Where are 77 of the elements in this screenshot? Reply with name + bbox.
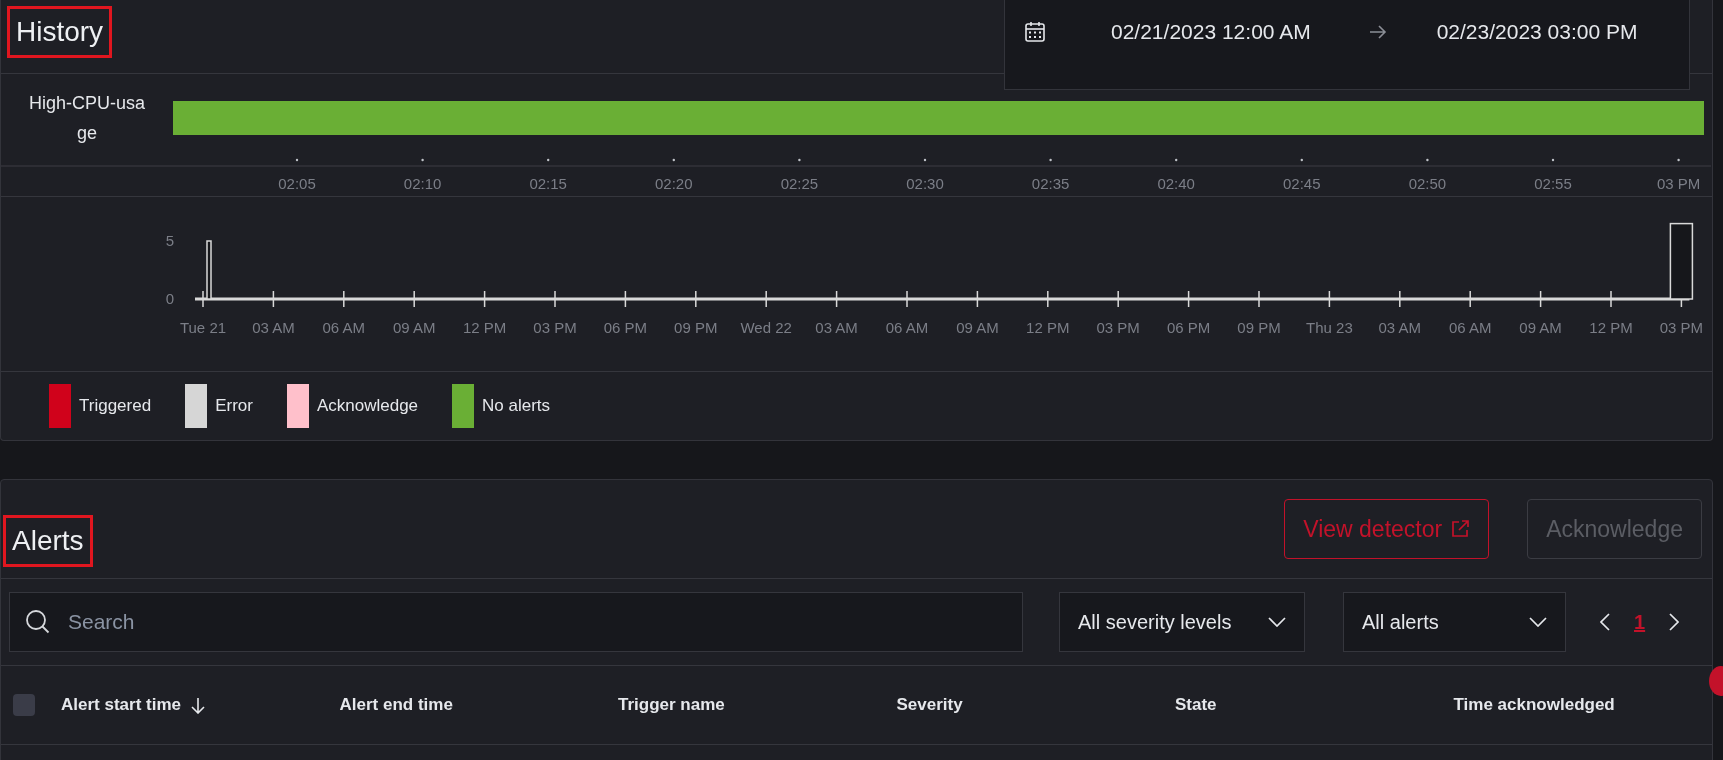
section-title: History [7,6,113,58]
axis-label: 02:55 [1534,175,1572,192]
date-range-field[interactable]: 02/21/2023 12:00 AM 02/23/2023 03:00 PM [1004,0,1690,90]
legend-label: Triggered [79,395,152,418]
tick-mark [1677,158,1680,162]
end-date: 02/23/2023 03:00 PM [1436,18,1638,45]
axis-label: 09 PM [1237,319,1281,336]
axis-label: 06 AM [322,319,366,336]
search-field[interactable]: Search [9,592,1023,652]
axis-label: 03 AM [252,319,295,336]
chevron-left-icon[interactable] [1600,613,1610,631]
arrow-right-icon [1368,24,1387,39]
axis-label: 03 PM [1659,319,1704,336]
axis-label: 03 PM [533,319,577,336]
axis-label: 12 PM [462,319,507,336]
filter-dropdown[interactable]: All alerts [1343,592,1566,652]
axis-label: 06 AM [1448,319,1492,336]
timeline-label: High-CPU-usage [27,92,146,145]
filter-dropdown[interactable]: All severity levels [1059,592,1305,652]
chevron-down-icon [1529,617,1547,627]
axis-label: 02:35 [1031,175,1070,192]
column-header[interactable]: Alert end time [339,692,453,718]
axis-label: 06 PM [603,319,648,336]
tick-mark [421,158,424,162]
axis-label: 09 AM [1519,319,1562,336]
axis-label: 03 PM [1096,319,1140,336]
tick-mark [672,158,675,162]
tick-mark [923,158,927,162]
axis-label: 02:40 [1157,175,1195,192]
section-title: Alerts [3,515,93,567]
axis-label: 02:25 [780,175,819,192]
axis-label: 02:15 [529,175,567,192]
tick-mark [1049,158,1052,162]
tick-mark [1175,158,1178,162]
axis-label: 02:20 [655,175,693,192]
tick-mark [1426,158,1429,162]
tick-mark [1551,158,1555,162]
start-date: 02/21/2023 12:00 AM [1111,18,1311,45]
axis-label: 02:05 [278,175,316,192]
axis-label: 03 PM [1656,175,1701,192]
tick-mark [798,158,801,162]
axis-label: Tue 21 [179,319,227,336]
column-header[interactable]: Severity [896,692,963,718]
arrow-down-icon[interactable] [191,696,205,714]
axis-label: 12 PM [1026,319,1070,336]
axis-label: 5 [165,232,174,249]
axis-label: 03 AM [1378,319,1422,336]
calendar-icon [1025,20,1045,43]
legend-label: No alerts [482,395,551,418]
tick-mark [1300,158,1303,162]
bar [206,240,212,300]
axis-label: 02:30 [906,175,944,192]
axis-label: Thu 23 [1306,319,1353,336]
axis-label: 02:50 [1408,175,1447,192]
axis-label: 09 AM [392,319,436,336]
select-all-checkbox[interactable] [13,694,35,716]
axis-label: 0 [165,290,174,307]
column-header[interactable]: State [1175,692,1217,718]
axis-label: 06 PM [1166,319,1211,336]
axis-label: 02:45 [1283,175,1321,192]
legend-label: Acknowledge [316,395,419,418]
external-link-icon [1450,519,1471,539]
chevron-down-icon [1268,617,1286,627]
axis-label: 12 PM [1589,319,1633,336]
column-header[interactable]: Trigger name [618,692,725,718]
axis-label: 06 AM [885,319,929,336]
axis-label: 09 PM [674,319,718,336]
tick-mark [547,158,550,162]
column-header[interactable]: Alert start time [61,692,181,718]
axis-label: 09 AM [956,319,999,336]
axis-label: 02:10 [403,175,442,192]
axis-label: 03 AM [815,319,858,336]
column-header[interactable]: Time acknowledged [1453,692,1615,718]
tick-mark [295,158,299,162]
legend-label: Error [215,395,253,418]
chevron-right-icon[interactable] [1669,613,1680,631]
axis-label: Wed 22 [740,319,792,336]
